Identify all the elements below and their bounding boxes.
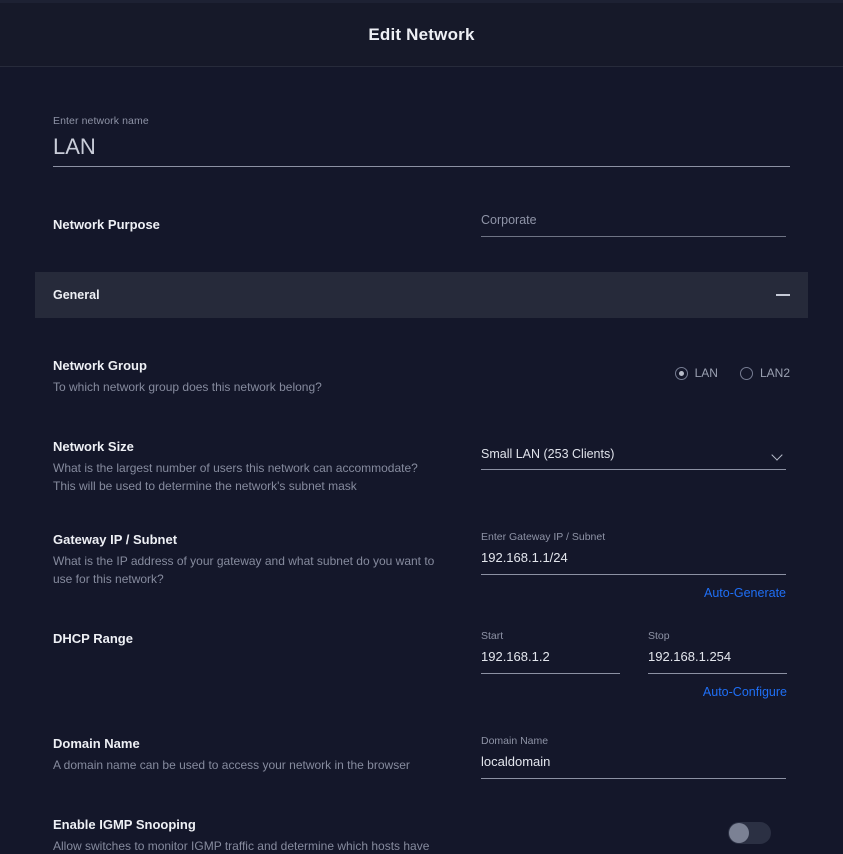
network-size-description: What is the largest number of users this… [53, 461, 418, 493]
network-size-control: Small LAN (253 Clients) [481, 438, 790, 470]
radio-option-lan[interactable]: LAN [674, 366, 718, 380]
general-section-title: General [53, 288, 100, 302]
network-purpose-value[interactable]: Corporate [481, 213, 786, 236]
network-size-text: Network Size What is the largest number … [53, 438, 481, 495]
dhcp-fields: Start 192.168.1.2 Stop 192.168.1.254 [481, 630, 790, 674]
dhcp-range-row: DHCP Range Start 192.168.1.2 Stop 192.16… [0, 630, 843, 699]
dhcp-stop-block[interactable]: Stop 192.168.1.254 [648, 630, 787, 674]
gateway-input[interactable]: 192.168.1.1/24 [481, 550, 786, 574]
dhcp-range-text: DHCP Range [53, 630, 481, 651]
igmp-snooping-title: Enable IGMP Snooping [53, 817, 196, 832]
network-size-select[interactable]: Small LAN (253 Clients) [481, 438, 786, 470]
domain-name-underline [481, 778, 786, 779]
network-group-text: Network Group To which network group doe… [53, 357, 481, 396]
gateway-underline [481, 574, 786, 575]
dhcp-start-caption: Start [481, 630, 504, 642]
gateway-input-block[interactable]: Enter Gateway IP / Subnet 192.168.1.1/24… [481, 531, 786, 600]
dhcp-stop-underline [648, 673, 787, 674]
minus-icon[interactable] [776, 288, 790, 302]
dhcp-stop-caption: Stop [648, 630, 670, 642]
dhcp-range-title: DHCP Range [53, 631, 133, 646]
dhcp-stop-input[interactable]: 192.168.1.254 [648, 649, 787, 673]
dhcp-link-row: Auto-Configure [481, 685, 787, 699]
network-name-underline [53, 166, 790, 167]
dhcp-range-control: Start 192.168.1.2 Stop 192.168.1.254 Aut… [481, 630, 790, 699]
network-group-row: Network Group To which network group doe… [0, 357, 843, 396]
gateway-control: Enter Gateway IP / Subnet 192.168.1.1/24… [481, 531, 790, 600]
dhcp-start-input[interactable]: 192.168.1.2 [481, 649, 620, 673]
gateway-text: Gateway IP / Subnet What is the IP addre… [53, 531, 481, 588]
network-name-caption: Enter network name [53, 115, 149, 127]
radio-option-lan2[interactable]: LAN2 [739, 366, 790, 380]
network-size-selected-value: Small LAN (253 Clients) [481, 447, 615, 461]
chevron-down-icon[interactable] [772, 451, 783, 458]
auto-generate-link[interactable]: Auto-Generate [704, 586, 786, 600]
dialog-header: Edit Network [0, 3, 843, 67]
gateway-row: Gateway IP / Subnet What is the IP addre… [0, 531, 843, 600]
igmp-snooping-control [481, 816, 790, 844]
network-purpose-row: Network Purpose Corporate [0, 213, 843, 237]
gateway-title: Gateway IP / Subnet [53, 532, 178, 547]
toggle-knob [729, 823, 749, 843]
auto-configure-link[interactable]: Auto-Configure [703, 685, 787, 699]
domain-name-input-caption: Domain Name [481, 735, 549, 747]
select-inner: Small LAN (253 Clients) [481, 447, 786, 469]
domain-name-text: Domain Name A domain name can be used to… [53, 735, 481, 774]
radio-label: LAN2 [759, 366, 790, 380]
radio-icon [739, 366, 753, 380]
network-group-radios: LAN LAN2 [481, 357, 790, 380]
domain-name-description: A domain name can be used to access your… [53, 758, 410, 772]
network-group-description: To which network group does this network… [53, 380, 322, 394]
network-group-title: Network Group [53, 358, 147, 373]
page-title: Edit Network [368, 24, 475, 44]
dhcp-start-underline [481, 673, 620, 674]
radio-icon [674, 366, 688, 380]
domain-name-title: Domain Name [53, 736, 140, 751]
igmp-snooping-toggle[interactable] [728, 822, 771, 844]
igmp-snooping-row: Enable IGMP Snooping Allow switches to m… [0, 816, 843, 854]
gateway-description: What is the IP address of your gateway a… [53, 554, 435, 586]
domain-name-row: Domain Name A domain name can be used to… [0, 735, 843, 779]
network-purpose-label: Network Purpose [53, 217, 160, 232]
dhcp-start-block[interactable]: Start 192.168.1.2 [481, 630, 620, 674]
domain-name-input-block[interactable]: Domain Name localdomain [481, 735, 786, 779]
network-size-underline [481, 469, 786, 470]
network-size-title: Network Size [53, 439, 134, 454]
gateway-input-caption: Enter Gateway IP / Subnet [481, 531, 606, 543]
network-size-row: Network Size What is the largest number … [0, 438, 843, 495]
radio-label: LAN [694, 366, 718, 380]
domain-name-input[interactable]: localdomain [481, 754, 786, 778]
settings-page: Enter network name LAN Network Purpose C… [0, 67, 843, 854]
domain-name-control: Domain Name localdomain [481, 735, 790, 779]
igmp-toggle-wrap [481, 816, 790, 844]
network-purpose-underline [481, 236, 786, 237]
network-name-field[interactable]: Enter network name LAN [0, 67, 843, 167]
igmp-snooping-description: Allow switches to monitor IGMP traffic a… [53, 839, 430, 853]
general-section-header[interactable]: General [35, 272, 808, 318]
igmp-snooping-text: Enable IGMP Snooping Allow switches to m… [53, 816, 481, 854]
network-purpose-field[interactable]: Corporate [481, 213, 786, 237]
gateway-link-row: Auto-Generate [481, 586, 786, 600]
network-name-input[interactable]: LAN [53, 134, 790, 166]
network-group-control: LAN LAN2 [481, 357, 790, 380]
